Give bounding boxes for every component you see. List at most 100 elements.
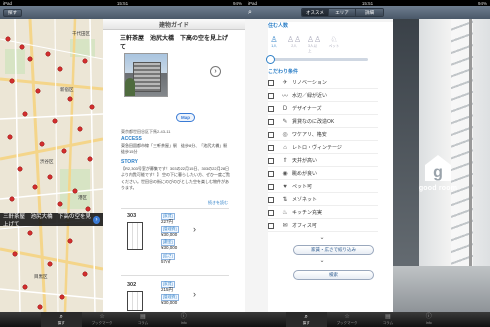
map-callout[interactable]: 三軒茶屋 池尻大橋 下高の空を見上げて › (0, 213, 103, 228)
svg-text:g: g (433, 164, 443, 181)
people-option-label: 3人以上 (308, 44, 317, 53)
access-heading: ACCESS (121, 136, 142, 142)
floorplan-image[interactable] (127, 291, 143, 311)
condition-row[interactable]: ✈ リノベーション (268, 77, 378, 89)
bargain-icon: ◎ (282, 132, 288, 138)
condition-label: 天井が高い (292, 158, 318, 164)
map-view[interactable]: 新宿区 千代田区 渋谷区 港区 目黒区 三軒茶屋 池尻大橋 下高の空を見上げて … (0, 19, 103, 312)
person-icon: ♙ (270, 35, 278, 44)
room-number: 302 (127, 282, 137, 288)
checkbox[interactable] (268, 157, 274, 164)
condition-row[interactable]: ⇅ メゾネット (268, 194, 378, 206)
condition-row[interactable]: ✎ 賃貸なのに改造OK (268, 116, 378, 128)
filter-panel: 住む人数 ♙ 1人 ♙♙ 2人 ♙♙ 3人以上 ♘ ペット こだわり条件 ✈ リノベーショ… (266, 22, 393, 312)
tab-search[interactable]: ⌕ 探す (285, 312, 327, 327)
tab-column[interactable]: ▤ コラム (367, 312, 408, 327)
condition-row[interactable]: ◉ 眺めが良い (268, 168, 378, 180)
checkbox[interactable] (268, 92, 274, 99)
renovation-icon: ✈ (282, 80, 288, 86)
people-option-3[interactable]: ♙♙ 3人以上 (307, 35, 321, 54)
retro-icon: ⌂ (283, 144, 287, 151)
info-icon[interactable]: › (93, 215, 100, 224)
condition-row[interactable]: ⌂ レトロ・ヴィンテージ (268, 142, 378, 154)
tab-info[interactable]: ⓘ Info (163, 312, 204, 327)
tab-info[interactable]: ⓘ Info (408, 312, 449, 327)
tab-bookmark[interactable]: ☆ ブックマーク (327, 312, 368, 327)
search-icon[interactable]: ⌕ (248, 9, 259, 17)
time-label: 15:51 (116, 0, 129, 6)
checkbox[interactable] (268, 79, 274, 86)
people-option-2[interactable]: ♙♙ 2人 (287, 35, 301, 54)
condition-label: リノベーション (292, 80, 327, 86)
chevron-right-icon[interactable]: › (193, 224, 196, 234)
people-slider[interactable] (266, 55, 368, 64)
segment-recommend[interactable]: オススメ (302, 9, 329, 16)
condition-row[interactable]: 〰水辺／緑が近い (268, 90, 378, 102)
story-text: 【R2,303号室が募集です！303の22月15日、303の22月28日より内覧… (121, 166, 231, 190)
chevron-right-icon[interactable]: › (193, 289, 196, 299)
next-photo-icon[interactable]: › (210, 66, 221, 77)
column-icon: ▤ (385, 313, 391, 320)
tab-label: Info (180, 321, 187, 325)
condition-row[interactable]: ✉ オフィス可 (268, 220, 378, 232)
column-icon: ▤ (140, 313, 146, 320)
story-heading: STORY (121, 159, 138, 165)
segment-label: オススメ (306, 9, 324, 15)
tab-label: ブックマーク (336, 320, 358, 325)
search-icon: ⌕ (59, 313, 63, 320)
checkbox[interactable] (268, 105, 274, 112)
building-photo[interactable] (124, 53, 168, 97)
tab-label: 探す (57, 320, 65, 325)
top-nav-bar: ⌕ オススメ エリア 詳細 (245, 6, 490, 19)
rent-value: 227円 (161, 219, 174, 224)
checkbox[interactable] (268, 144, 274, 151)
segment-area[interactable]: エリア (329, 9, 356, 16)
tab-search[interactable]: ⌕ 探す (40, 312, 82, 327)
map-button[interactable]: Map (176, 113, 195, 122)
condition-row[interactable]: ♨ キッチン充実 (268, 207, 378, 219)
checkbox[interactable] (268, 118, 274, 125)
slider-knob[interactable] (266, 55, 275, 64)
back-button-label: 探す (8, 9, 17, 15)
tab-bar: ⌕ 探す ☆ ブックマーク ▤ コラム ⓘ Info (245, 312, 490, 327)
people-option-pet[interactable]: ♘ ペット (328, 35, 340, 54)
map-label: 千代田区 (72, 32, 90, 37)
condition-row[interactable]: ⇑ 天井が高い (268, 155, 378, 167)
segment-detail[interactable]: 詳細 (356, 9, 383, 16)
star-icon: ☆ (344, 313, 350, 320)
back-button[interactable]: 探す (3, 8, 22, 17)
search-icon: ⌕ (304, 313, 308, 320)
photo-floor (393, 266, 490, 312)
checkbox[interactable] (268, 131, 274, 138)
condition-row[interactable]: D デザイナーズ (268, 103, 378, 115)
condition-label: ワケアリ、格安 (292, 132, 327, 138)
map-roads (0, 19, 103, 312)
checkbox[interactable] (268, 222, 274, 229)
people-selector: ♙ 1人 ♙♙ 2人 ♙♙ 3人以上 ♘ ペット (268, 35, 340, 54)
checkbox[interactable] (268, 196, 274, 203)
rent-size-filter-button[interactable]: 家賃・広さで絞り込み (293, 245, 374, 255)
condition-row[interactable]: ♥ ペット可 (268, 181, 378, 193)
checkbox[interactable] (268, 170, 274, 177)
condition-label: キッチン充実 (292, 210, 323, 216)
tab-column[interactable]: ▤ コラム (122, 312, 163, 327)
pet-icon: ♘ (330, 35, 338, 44)
condition-row[interactable]: ◎ ワケアリ、格安 (268, 129, 378, 141)
tab-label: コラム (382, 320, 394, 325)
chevron-down-icon[interactable]: ⌄ (318, 257, 326, 264)
map-label: 目黒区 (34, 275, 48, 280)
condition-label: メゾネット (292, 197, 318, 203)
checkbox[interactable] (268, 183, 274, 190)
access-text: 東急田園都市線「三軒茶屋」駅 徒歩8分、「池尻大橋」駅 徒歩15分 (121, 143, 232, 155)
maisonette-icon: ⇅ (282, 197, 288, 203)
chevron-down-icon[interactable]: ⌄ (318, 234, 326, 241)
checkbox[interactable] (268, 209, 274, 216)
search-button[interactable]: 検索 (293, 270, 374, 280)
view-icon: ◉ (282, 171, 288, 177)
hero-photo: g good room (393, 19, 490, 312)
floorplan-image[interactable] (127, 222, 143, 250)
people-option-label: 1人 (271, 44, 277, 48)
people-option-1[interactable]: ♙ 1人 (268, 35, 280, 54)
tab-bookmark[interactable]: ☆ ブックマーク (82, 312, 123, 327)
read-more-link[interactable]: 続きを読む (208, 200, 228, 206)
